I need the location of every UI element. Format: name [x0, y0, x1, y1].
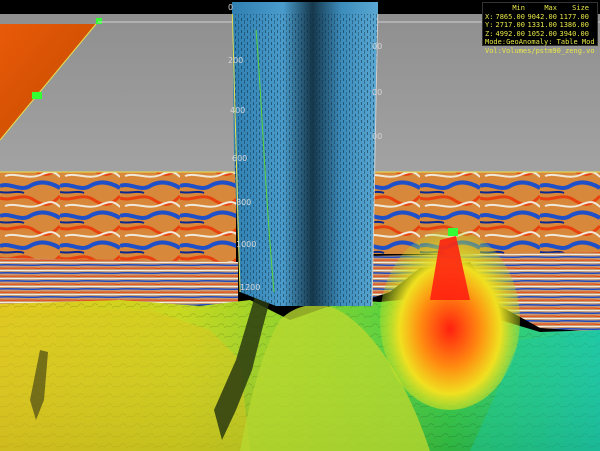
depth-tick: 00	[372, 42, 383, 51]
coordinate-info-panel: Min Max Size X: 7865.00 9042.00 1177.00 …	[482, 2, 598, 55]
depth-tick: 1000	[236, 240, 257, 249]
section-noise	[232, 2, 378, 306]
depth-tick: 00	[372, 132, 383, 141]
info-header-row: Min Max Size	[485, 4, 595, 13]
marker-green-peak	[448, 228, 458, 236]
header-max: Max	[544, 4, 557, 12]
marker-green-left	[32, 92, 42, 99]
seismic-slice-right-top	[370, 172, 600, 254]
depth-tick: 800	[236, 198, 252, 207]
header-min: Min	[512, 4, 525, 12]
seismic-3d-scene[interactable]	[0, 0, 600, 451]
info-row-x: X: 7865.00 9042.00 1177.00	[485, 12, 589, 21]
depth-tick: 1200	[240, 283, 261, 292]
3d-viewport[interactable]: 0 200 400 600 800 1000 1200 00 00 00 Min…	[0, 0, 600, 451]
depth-tick: 600	[232, 154, 248, 163]
header-size: Size	[572, 4, 589, 12]
mode-label: Mode:GeoAnomaly: Table Mode	[485, 38, 595, 47]
depth-tick: 200	[228, 56, 244, 65]
seismic-slice-left-top	[0, 172, 236, 262]
info-row-y: Y: 2717.00 1331.00 1386.00	[485, 21, 589, 30]
depth-tick: 00	[372, 88, 383, 97]
volume-label: Vol:Volumes/pstm90_zeng.vol	[485, 46, 595, 55]
seismic-side-left	[0, 258, 238, 306]
depth-tick: 400	[230, 106, 246, 115]
info-row-z: Z: 4992.00 1052.00 3940.00	[485, 29, 589, 38]
section-top	[232, 2, 378, 14]
depth-tick: 0	[228, 3, 234, 12]
marker-green-top	[96, 18, 102, 24]
